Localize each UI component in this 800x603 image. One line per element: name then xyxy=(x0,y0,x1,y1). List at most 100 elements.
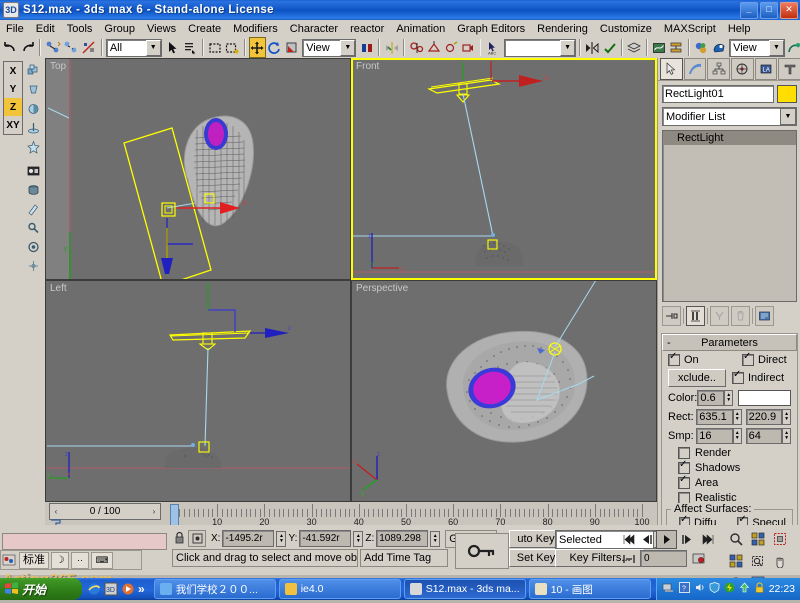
mirror-icon[interactable] xyxy=(383,37,400,58)
light-lister-icon[interactable] xyxy=(24,199,43,218)
media-quicklaunch-icon[interactable] xyxy=(121,582,135,596)
flash-icon[interactable] xyxy=(724,582,735,596)
left-viewport[interactable]: z z y x Left xyxy=(45,280,351,502)
network-icon[interactable] xyxy=(662,582,675,596)
parameters-rollout-header[interactable]: - Parameters xyxy=(662,334,797,351)
undo-icon[interactable] xyxy=(2,37,19,58)
material-editor-icon[interactable] xyxy=(693,37,710,58)
zoom-icon[interactable] xyxy=(725,528,747,550)
zoom-all-icon[interactable] xyxy=(747,528,769,550)
pan-icon[interactable] xyxy=(769,550,791,572)
menu-item-file[interactable]: File xyxy=(0,22,30,36)
collapse-icon[interactable]: - xyxy=(667,337,671,349)
menu-item-help[interactable]: Help xyxy=(722,22,757,36)
set-key-toggle-button[interactable] xyxy=(455,533,509,569)
menu-item-maxscript[interactable]: MAXScript xyxy=(658,22,722,36)
menu-item-rendering[interactable]: Rendering xyxy=(531,22,594,36)
taskbar-clock[interactable]: 22:23 xyxy=(769,583,795,595)
use-pivot-point-center-icon[interactable] xyxy=(358,37,375,58)
menu-item-reactor[interactable]: reactor xyxy=(344,22,390,36)
menu-item-modifiers[interactable]: Modifiers xyxy=(227,22,284,36)
absolute-relative-mode-toggle[interactable] xyxy=(188,530,206,547)
zoom-extents-icon[interactable] xyxy=(769,528,791,550)
window-crossing-icon[interactable] xyxy=(224,37,241,58)
chevron-down-icon[interactable]: ▼ xyxy=(340,39,356,56)
modifier-list-combo[interactable]: Modifier List ▼ xyxy=(662,107,797,126)
ime-mode-label[interactable]: 标准 xyxy=(19,551,49,569)
light-color-swatch[interactable] xyxy=(737,390,791,406)
max-quicklaunch-icon[interactable]: 3D xyxy=(104,582,118,596)
select-and-link-icon[interactable] xyxy=(44,37,62,58)
front-viewport[interactable]: x z x y Front xyxy=(351,58,657,280)
volume-icon[interactable] xyxy=(694,582,705,596)
exclude-button[interactable]: xclude.. xyxy=(668,369,726,387)
align-icon[interactable] xyxy=(408,37,425,58)
remove-modifier-icon[interactable] xyxy=(731,306,750,326)
color-multiplier-spinner[interactable]: ▲ ▼ xyxy=(724,390,733,406)
bind-to-space-warp-icon[interactable] xyxy=(80,37,98,58)
more-quicklaunch-icon[interactable]: » xyxy=(138,582,145,596)
render-checkbox[interactable] xyxy=(678,447,690,459)
y-coordinate-field[interactable]: -41.592r xyxy=(299,530,352,547)
x-spinner[interactable]: ▲ ▼ xyxy=(276,530,287,547)
smp-2-field[interactable]: 64 xyxy=(745,428,783,444)
selection-filter-combo[interactable]: All ▼ xyxy=(105,38,162,57)
minimize-button[interactable]: _ xyxy=(740,2,758,19)
modifier-stack[interactable]: RectLight xyxy=(662,130,797,302)
align-highlight-icon[interactable] xyxy=(601,37,618,58)
menu-item-views[interactable]: Views xyxy=(141,22,182,36)
snapshot-icon[interactable] xyxy=(24,80,43,99)
task-paint[interactable]: 10 - 画图 xyxy=(528,579,651,599)
perspective-viewport[interactable]: z x y Perspective xyxy=(351,280,657,502)
smp-1-field[interactable]: 16 xyxy=(696,428,733,444)
task-ie4[interactable]: ie4.0 xyxy=(278,579,401,599)
zoom-extents-all-icon[interactable] xyxy=(725,550,747,572)
ie-quicklaunch-icon[interactable] xyxy=(87,582,101,596)
direct-checkbox[interactable] xyxy=(742,351,754,366)
render-scene-icon[interactable] xyxy=(24,180,43,199)
smp-1-spinner[interactable]: ▲ ▼ xyxy=(732,428,742,444)
modifier-stack-item[interactable]: RectLight xyxy=(663,131,796,145)
lock-selection-icon[interactable] xyxy=(172,531,186,547)
display-tab[interactable]: LA xyxy=(754,58,778,80)
hierarchy-tab[interactable] xyxy=(707,58,731,80)
quick-render-icon[interactable] xyxy=(785,37,800,58)
prev-frame-arrow[interactable]: ‹ xyxy=(50,507,62,516)
maximize-button[interactable]: □ xyxy=(760,2,778,19)
mirror-selected-objects-icon[interactable] xyxy=(584,37,601,58)
goto-start-button[interactable] xyxy=(620,531,637,548)
area-checkbox[interactable] xyxy=(678,474,690,489)
menu-item-customize[interactable]: Customize xyxy=(594,22,658,36)
y-spinner[interactable]: ▲ ▼ xyxy=(353,530,364,547)
chevron-down-icon[interactable]: ▼ xyxy=(780,108,796,125)
indirect-checkbox[interactable] xyxy=(732,369,744,384)
time-configuration-icon[interactable] xyxy=(690,551,708,567)
chevron-down-icon[interactable]: ▼ xyxy=(145,39,161,56)
object-name-input[interactable]: RectLight01 xyxy=(662,85,774,103)
viewport-reference-combo[interactable]: View ▼ xyxy=(729,38,785,57)
rect-height-spinner[interactable]: ▲ ▼ xyxy=(782,409,791,425)
next-frame-button[interactable] xyxy=(678,531,695,548)
shadows-checkbox[interactable] xyxy=(678,459,690,474)
menu-item-create[interactable]: Create xyxy=(182,22,227,36)
previous-frame-button[interactable] xyxy=(638,531,655,548)
select-and-move-icon[interactable] xyxy=(248,37,266,58)
lock-icon[interactable] xyxy=(754,582,765,596)
menu-item-graph-editors[interactable]: Graph Editors xyxy=(451,22,531,36)
rect-width-spinner[interactable]: ▲ ▼ xyxy=(732,409,742,425)
redo-icon[interactable] xyxy=(19,37,36,58)
object-color-swatch[interactable] xyxy=(777,85,797,103)
rect-height-field[interactable]: 220.9 xyxy=(745,409,783,425)
transform-type-in-icon[interactable] xyxy=(24,256,43,275)
add-time-tag-button[interactable]: Add Time Tag xyxy=(360,549,448,567)
normal-align-icon[interactable] xyxy=(24,118,43,137)
menu-item-animation[interactable]: Animation xyxy=(390,22,451,36)
rectangular-selection-region-icon[interactable] xyxy=(207,37,224,58)
z-spinner[interactable]: ▲ ▼ xyxy=(430,530,441,547)
show-end-result-icon[interactable] xyxy=(686,306,705,326)
layer-manager-icon[interactable] xyxy=(626,37,643,58)
z-coordinate-field[interactable]: 1089.298 xyxy=(376,530,429,547)
reference-coordinate-combo[interactable]: View ▼ xyxy=(302,38,357,57)
on-checkbox[interactable] xyxy=(668,351,680,366)
update-icon[interactable] xyxy=(739,582,750,596)
